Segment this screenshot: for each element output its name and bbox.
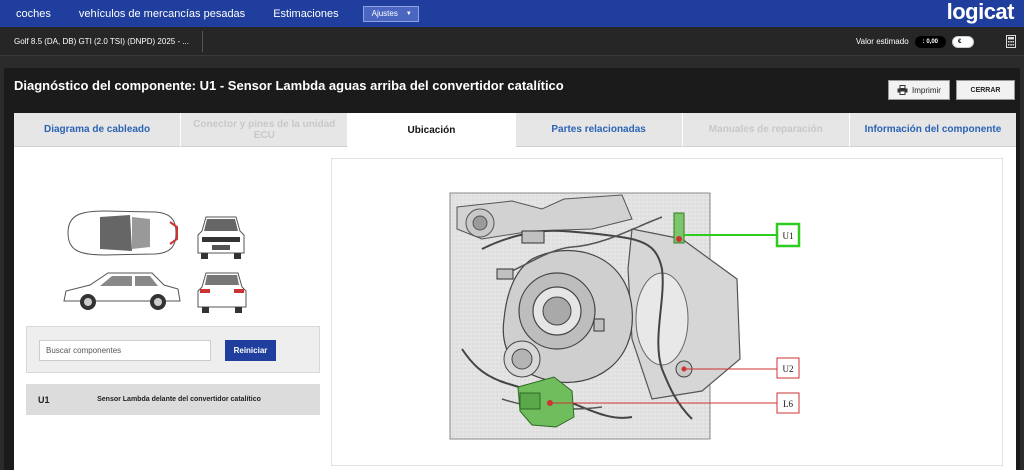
tab-related-parts[interactable]: Partes relacionadas [515,113,683,147]
tab-repair-manuals: Manuales de reparación [682,113,850,147]
content-panel: Diagrama de cableado Conector y pines de… [14,113,1017,470]
nav-estimaciones[interactable]: Estimaciones [259,0,352,27]
tab-ecu-connector: Conector y pines de la unidad ECU [181,113,349,147]
label-l6: L6 [783,399,793,409]
tab-bar: Diagrama de cableado Conector y pines de… [14,113,1017,147]
list-item[interactable]: U1 Sensor Lambda delante del convertidor… [26,384,320,415]
engine-location-diagram: U1 U2 L6 [449,192,801,440]
currency-badge: € [952,35,974,48]
nav-heavy-vehicles[interactable]: vehículos de mercancías pesadas [65,0,259,27]
top-nav: coches vehículos de mercancías pesadas E… [0,0,1024,27]
close-button[interactable]: CERRAR [956,80,1015,100]
vehicle-side-view[interactable] [60,267,184,315]
nav-coches[interactable]: coches [0,0,65,27]
calculator-icon[interactable] [1006,35,1016,48]
print-label: Imprimir [912,85,941,95]
tab-location[interactable]: Ubicación [348,113,516,147]
printer-icon [897,85,908,95]
search-panel: Reiniciar [26,326,320,373]
vehicle-rear-view[interactable] [194,269,250,315]
tab-component-info[interactable]: Información del componente [849,113,1017,147]
label-u1: U1 [783,231,794,241]
settings-dropdown[interactable]: Ajustes ▼ [362,5,419,22]
sensor-u2-marker[interactable] [681,366,687,372]
page-title: Diagnóstico del componente: U1 - Sensor … [14,78,564,93]
estimate-value: : 0,00 [914,35,946,48]
estimate-area: Valor estimado : 0,00 € [856,27,974,56]
search-input[interactable] [39,340,211,361]
tab-wiring-diagram[interactable]: Diagrama de cableado [14,113,182,147]
vehicle-front-view[interactable] [192,211,250,261]
vehicle-top-view[interactable] [60,205,182,261]
logo: logicat [946,0,1015,24]
print-button[interactable]: Imprimir [888,80,950,100]
component-code: U1 [38,394,50,405]
divider [202,31,203,52]
reset-button[interactable]: Reiniciar [225,340,276,361]
vehicle-selector[interactable]: Golf 8.5 (DA, DB) GTI (2.0 TSI) (DNPD) 2… [0,37,189,46]
estimate-label: Valor estimado [855,37,909,46]
component-description: Sensor Lambda delante del convertidor ca… [97,396,261,403]
location-diagram-frame: U1 U2 L6 [331,158,1003,466]
vehicle-bar: Golf 8.5 (DA, DB) GTI (2.0 TSI) (DNPD) 2… [0,27,1024,56]
settings-label: Ajustes [371,9,398,18]
label-u2: U2 [783,364,794,374]
caret-down-icon: ▼ [405,10,412,17]
